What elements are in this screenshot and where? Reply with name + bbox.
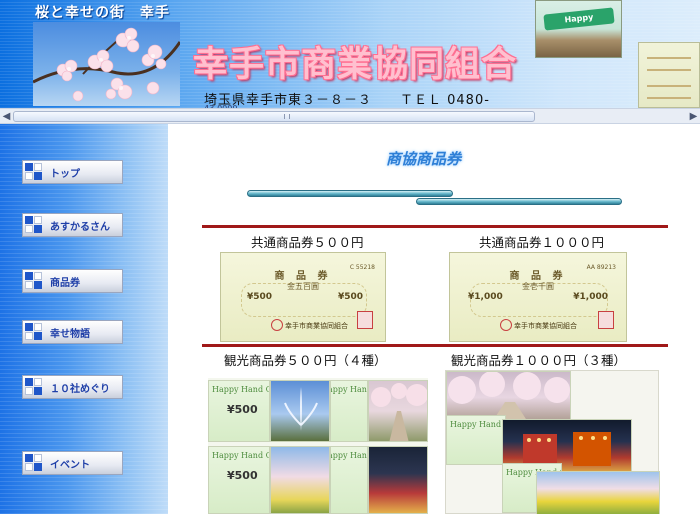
festival-float-photo [368, 446, 428, 514]
section-divider [202, 225, 668, 228]
nav-item-label: イベント [50, 460, 90, 471]
voucher-amount-kanji: 金壱千圓 [522, 282, 554, 291]
nav-item-happiness-story[interactable]: 幸せ物語 [22, 320, 123, 344]
chevron-right-icon[interactable]: ▶ [687, 110, 700, 123]
voucher-kind: 商 品 券 [274, 271, 332, 282]
blue-checker-square-icon [25, 323, 43, 341]
card-value: ¥500 [227, 469, 258, 482]
canola-field-photo [536, 471, 660, 514]
voucher-face-left: ¥1,000 [468, 292, 503, 302]
tourist-voucher-caption: 観光商品券１０００円（３種） [451, 353, 627, 368]
tourist-voucher-1000-image: Happy Hand Gift Happy Hand Gift [445, 370, 660, 514]
blue-checker-square-icon [25, 216, 43, 234]
card-value: ¥500 [227, 403, 258, 416]
nav-item-ten-shrines[interactable]: １０社めぐり [22, 375, 123, 399]
voucher-amount-kanji: 金五百圓 [287, 282, 319, 291]
site-tagline: 桜と幸せの街 幸手 [35, 5, 170, 21]
voucher-line [647, 69, 691, 71]
decorative-pipe [416, 198, 622, 205]
sidebar-nav: トップ あすかるさん 商品券 幸せ物語 １０社めぐり イベント [0, 124, 168, 514]
seal-icon [500, 319, 512, 331]
voucher-face-right: ¥500 [337, 292, 363, 302]
scrollbar-grip [284, 114, 290, 119]
card-brand: Happy Hand Gift [331, 451, 367, 460]
voucher-issuer: 幸手市商業協同組合 [514, 322, 577, 330]
site-title: 幸手市商業協同組合 [193, 44, 518, 85]
blue-checker-square-icon [25, 163, 43, 181]
nav-item-asukaru[interactable]: あすかるさん [22, 213, 123, 237]
voucher-image-500: C 55218 商 品 券 金五百圓 ¥500 ¥500 幸手市商業協同組合 [220, 252, 386, 342]
nav-item-label: 商品券 [50, 278, 80, 289]
tourist-voucher-caption: 観光商品券５００円（４種） [224, 353, 387, 368]
gift-card: Happy Hand Gift ¥500 [208, 380, 270, 442]
site-header: 桜と幸せの街 幸手 市 幸手市商業協同組合 埼玉県幸手市東３－８－３ ＴＥＬ 0… [0, 0, 700, 108]
cherry-blossom-photo [33, 22, 180, 106]
voucher-image-1000: AA 89213 商 品 券 金壱千圓 ¥1,000 ¥1,000 幸手市商業協… [449, 252, 627, 342]
blue-checker-square-icon [25, 454, 43, 472]
stamp-icon [357, 311, 373, 329]
card-brand: Happy Hand Gift [331, 385, 367, 394]
nav-item-top[interactable]: トップ [22, 160, 123, 184]
gift-card: Happy Hand Gift [330, 380, 368, 442]
blue-checker-square-icon [25, 272, 43, 290]
site-address: 埼玉県幸手市東３－８－３ ＴＥＬ 0480- [204, 93, 490, 108]
card-brand: Happy Hand Gift [212, 451, 269, 460]
gift-card: Happy Hand Gift [330, 446, 368, 514]
horizontal-scrollbar[interactable]: ◀ ▶ [0, 108, 700, 124]
voucher-issuer: 幸手市商業協同組合 [285, 322, 348, 330]
seal-icon [271, 319, 283, 331]
main-content: 商協商品券 共通商品券５００円 共通商品券１０００円 C 55218 商 品 券… [168, 124, 700, 514]
card-brand: Happy Hand Gift [212, 385, 269, 394]
ticket-band: Happy [543, 7, 615, 31]
nav-item-label: 幸せ物語 [50, 329, 90, 340]
voucher-line [647, 97, 691, 99]
voucher-face-left: ¥500 [247, 292, 273, 302]
nav-item-label: １０社めぐり [50, 384, 110, 395]
fountain-photo [270, 380, 330, 442]
scrollbar-thumb[interactable] [13, 111, 535, 122]
voucher-kind: 商 品 券 [509, 271, 567, 282]
gift-card: Happy Hand Gift [446, 415, 506, 465]
voucher-caption: 共通商品券５００円 [251, 235, 364, 250]
header-gift-ticket-image: Happy [535, 0, 622, 58]
page-title: 商協商品券 [386, 150, 462, 168]
chevron-left-icon[interactable]: ◀ [0, 110, 13, 123]
nav-item-label: トップ [50, 169, 80, 180]
blue-checker-square-icon [25, 378, 43, 396]
stamp-icon [598, 311, 614, 329]
header-voucher-image [638, 42, 700, 108]
card-brand: Happy Hand Gift [450, 420, 505, 429]
cherry-path-photo [368, 380, 428, 442]
nav-item-gift-voucher[interactable]: 商品券 [22, 269, 123, 293]
nav-item-events[interactable]: イベント [22, 451, 123, 475]
voucher-line [647, 57, 691, 59]
section-divider [202, 344, 668, 347]
nav-item-label: あすかるさん [50, 222, 110, 233]
cherry-canola-photo [270, 446, 330, 514]
voucher-line [647, 85, 691, 87]
voucher-caption: 共通商品券１０００円 [479, 235, 605, 250]
gift-card: Happy Hand Gift ¥500 [208, 446, 270, 514]
tourist-voucher-500-image: Happy Hand Gift ¥500 Happy Hand Gift Hap… [208, 378, 428, 514]
voucher-face-right: ¥1,000 [573, 292, 608, 302]
decorative-pipe [247, 190, 453, 197]
